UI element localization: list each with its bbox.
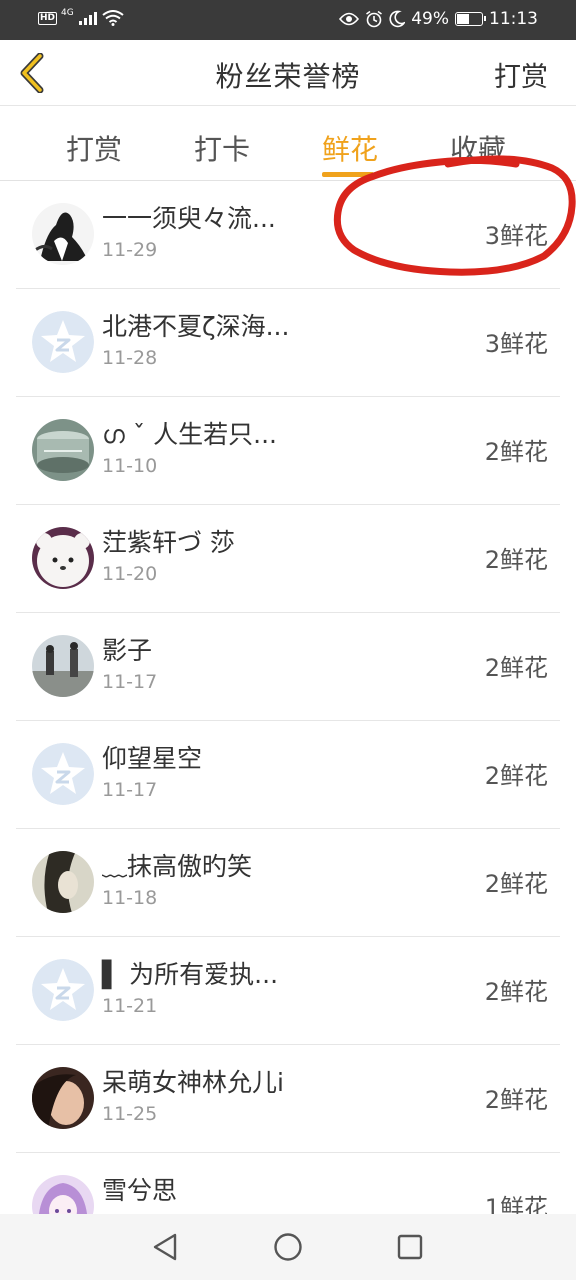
page-title: 粉丝荣誉榜: [215, 60, 361, 93]
fan-name: 影子: [102, 636, 153, 665]
fan-date: 11-28: [102, 347, 158, 369]
fan-date: 11-21: [102, 995, 158, 1017]
avatar: [32, 1067, 94, 1129]
flower-count: 2鲜花: [484, 1086, 548, 1114]
flower-count: 2鲜花: [484, 546, 548, 574]
tab-flowers[interactable]: 鲜花: [322, 128, 378, 168]
list-item[interactable]: 一一须臾々流... 11-29 3鲜花: [16, 181, 560, 289]
avatar: [32, 635, 94, 697]
fan-date: 11-17: [102, 671, 158, 693]
fan-name: 茳紫轩づ 莎: [102, 528, 235, 557]
flower-count: 2鲜花: [484, 762, 548, 790]
list-item[interactable]: ഗ ˇ 人生若只... 11-10 2鲜花: [16, 397, 560, 505]
leaderboard-list: 一一须臾々流... 11-29 3鲜花 北港不夏ζ深海... 11-28 3鲜花…: [0, 181, 576, 1261]
default-avatar-icon: [32, 311, 94, 373]
fan-name: 一一须臾々流...: [102, 204, 276, 233]
list-item[interactable]: 仰望星空 11-17 2鲜花: [16, 721, 560, 829]
signal-icon: [78, 12, 97, 25]
status-right: 49% 11:13: [339, 9, 538, 29]
fan-name: 雪兮思: [102, 1176, 178, 1205]
flower-count: 2鲜花: [484, 978, 548, 1006]
avatar: [32, 851, 94, 913]
hd-badge: HD: [38, 11, 58, 25]
recents-square-icon: [397, 1234, 423, 1260]
system-nav-bar: [0, 1214, 576, 1280]
flower-count: 2鲜花: [484, 654, 548, 682]
avatar: [32, 419, 94, 481]
flower-count: 3鲜花: [484, 330, 548, 358]
nav-home-button[interactable]: [271, 1230, 305, 1264]
default-avatar-icon: [32, 959, 94, 1021]
fan-date: 11-29: [102, 239, 158, 261]
status-bar: HD 4G 49% 11:13: [0, 0, 576, 40]
list-item[interactable]: 影子 11-17 2鲜花: [16, 613, 560, 721]
back-triangle-icon: [153, 1233, 177, 1261]
fan-name: ﹏抹高傲旳笑: [102, 852, 253, 881]
fan-name: ഗ ˇ 人生若只...: [102, 420, 277, 449]
fan-name: ▌ 为所有爱执...: [102, 960, 279, 989]
reward-button[interactable]: 打赏: [494, 55, 548, 94]
flower-count: 2鲜花: [484, 438, 548, 466]
fan-date: 11-25: [102, 1103, 158, 1125]
list-item[interactable]: ﹏抹高傲旳笑 11-18 2鲜花: [16, 829, 560, 937]
list-item[interactable]: 茳紫轩づ 莎 11-20 2鲜花: [16, 505, 560, 613]
app-header: 粉丝荣誉榜 打赏: [0, 40, 576, 106]
fan-date: 11-17: [102, 779, 158, 801]
flower-count: 3鲜花: [484, 222, 548, 250]
tab-checkin[interactable]: 打卡: [194, 128, 250, 168]
wifi-icon: [102, 10, 124, 26]
fan-name: 呆萌女神林允儿i: [102, 1068, 284, 1097]
list-item[interactable]: 北港不夏ζ深海... 11-28 3鲜花: [16, 289, 560, 397]
battery-icon: [455, 12, 486, 26]
status-left: HD 4G: [38, 8, 124, 26]
fan-date: 11-20: [102, 563, 158, 585]
tab-favorites[interactable]: 收藏: [450, 128, 506, 168]
fan-date: 11-10: [102, 455, 158, 477]
eye-icon: [339, 12, 360, 26]
clock-time: 11:13: [489, 9, 538, 29]
home-circle-icon: [274, 1233, 302, 1261]
list-item[interactable]: ▌ 为所有爱执... 11-21 2鲜花: [16, 937, 560, 1045]
alarm-icon: [366, 10, 383, 28]
fan-name: 北港不夏ζ深海...: [102, 312, 290, 341]
fan-name: 仰望星空: [102, 744, 203, 773]
avatar: [32, 203, 94, 265]
nav-back-button[interactable]: [148, 1230, 182, 1264]
list-item[interactable]: 呆萌女神林允儿i 11-25 2鲜花: [16, 1045, 560, 1153]
nav-recents-button[interactable]: [393, 1230, 427, 1264]
moon-icon: [389, 10, 406, 28]
default-avatar-icon: [32, 743, 94, 805]
active-tab-indicator: [322, 172, 374, 177]
network-type: 4G: [61, 8, 74, 18]
battery-percent: 49%: [411, 9, 449, 29]
tab-bar: 打赏 打卡 鲜花 收藏: [0, 106, 576, 181]
fan-date: 11-18: [102, 887, 158, 909]
flower-count: 2鲜花: [484, 870, 548, 898]
avatar: [32, 527, 94, 589]
tab-reward[interactable]: 打赏: [66, 128, 122, 168]
